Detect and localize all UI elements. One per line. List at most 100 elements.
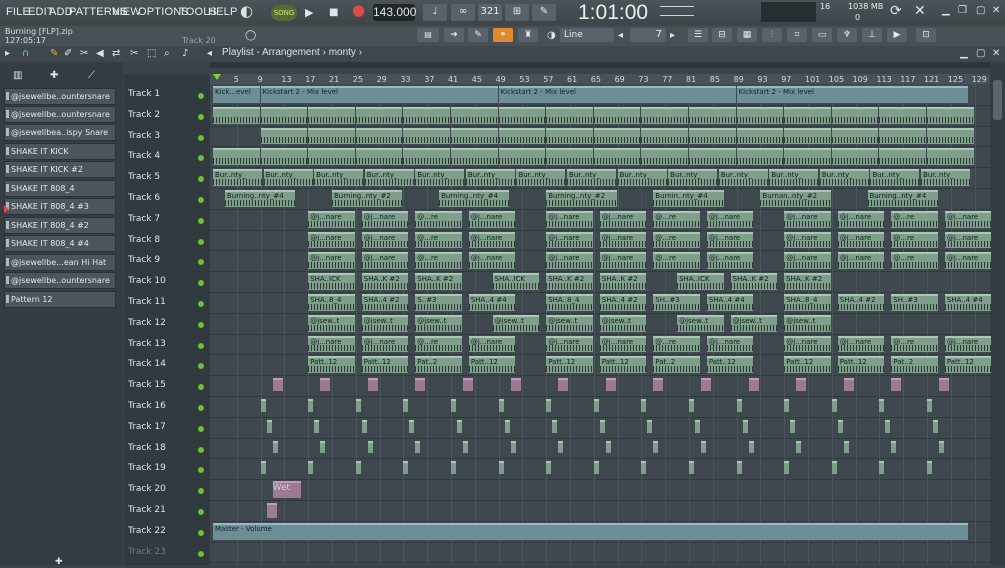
audio-clip[interactable] [879, 127, 926, 145]
plugin-icon[interactable]: ♆ [837, 28, 857, 42]
pattern-item[interactable]: @jsewellbe..ountersnare [4, 106, 116, 123]
audio-clip[interactable]: @...re [891, 335, 938, 353]
audio-clip[interactable]: @j...nare [944, 231, 992, 249]
magnet-icon[interactable]: ∩ [22, 48, 29, 60]
audio-clip[interactable] [784, 127, 831, 145]
hit-clip[interactable] [266, 503, 277, 518]
hit-clip[interactable] [843, 378, 854, 391]
hit-clip[interactable] [593, 461, 599, 475]
audio-clip[interactable]: @j...nare [784, 335, 831, 353]
hit-clip[interactable] [409, 419, 415, 433]
mixer-icon[interactable]: ⫶ [762, 28, 782, 42]
audio-clip[interactable]: @j...nare [784, 210, 831, 228]
audio-clip[interactable]: @j...nare [361, 231, 409, 249]
typing-keyboard-icon[interactable]: ▤ [417, 28, 439, 42]
window-close-icon[interactable]: ✕ [992, 48, 1000, 60]
audio-clip[interactable] [831, 148, 879, 166]
audio-clip[interactable]: Burning..nty_#2 [546, 190, 617, 207]
track-name[interactable]: Track 16 [128, 401, 166, 411]
automation-clip[interactable]: Kickstart 2 - Mix level [736, 86, 968, 103]
audio-clip[interactable]: Patt..12 [706, 356, 754, 374]
audio-clip[interactable]: @j...nare [361, 335, 409, 353]
step-left-icon[interactable]: ◂ [618, 30, 623, 42]
audio-clip[interactable]: @j...nare [546, 335, 593, 353]
master-volume-slider[interactable] [660, 6, 694, 11]
select-tool-icon[interactable]: ⬚ [147, 48, 156, 60]
tempo-display[interactable]: 143.000 [373, 4, 416, 21]
track-enable-led[interactable] [198, 405, 204, 411]
audio-clip[interactable]: Burnan..nty_#2 [760, 190, 831, 207]
audio-clip[interactable] [546, 148, 593, 166]
play-icon[interactable]: ▶ [305, 7, 313, 19]
audio-clip[interactable]: Bur..nty_ [263, 169, 313, 186]
audio-clip[interactable]: SHA..4 #4 [706, 294, 754, 311]
minimize-icon[interactable]: ▁ [942, 5, 950, 17]
audio-clip[interactable]: @j...nare [599, 231, 647, 249]
track-enable-led[interactable] [198, 550, 204, 557]
audio-clip[interactable] [927, 148, 974, 166]
track-name[interactable]: Track 18 [128, 443, 166, 453]
paint-icon[interactable]: ✎ [468, 28, 488, 42]
shop-icon[interactable]: ⊡ [916, 28, 936, 42]
hit-clip[interactable] [837, 419, 843, 433]
audio-clip[interactable]: @...re [653, 252, 700, 270]
browser-icon[interactable]: ⌗ [787, 28, 807, 42]
track-name[interactable]: Track 7 [128, 214, 160, 224]
hit-clip[interactable] [546, 461, 552, 475]
audio-clip[interactable] [593, 106, 641, 124]
channel-rack-icon[interactable]: ▦ [737, 28, 757, 42]
track-name[interactable]: Track 20 [128, 484, 166, 494]
audio-clip[interactable]: @jsew..t [546, 314, 593, 332]
playback-tool-icon[interactable]: ♪ [182, 48, 188, 60]
audio-clip[interactable]: @...re [415, 335, 462, 353]
tools-icon[interactable]: ✕ [914, 4, 926, 18]
audio-clip[interactable]: @...re [415, 210, 462, 228]
hit-clip[interactable] [700, 378, 711, 391]
audio-clip[interactable]: @j...nare [546, 210, 593, 228]
track-name[interactable]: Track 2 [128, 110, 160, 120]
audio-clip[interactable]: SHA..K #2 [415, 273, 462, 290]
hit-clip[interactable] [498, 461, 504, 475]
audio-clip[interactable]: Burning..nty_#4 [439, 190, 510, 207]
audio-clip[interactable] [879, 148, 926, 166]
hit-clip[interactable] [415, 440, 421, 454]
vertical-scrollbar[interactable] [990, 62, 1005, 565]
hit-clip[interactable] [927, 399, 932, 412]
audio-clip[interactable]: @j...nare [784, 252, 831, 270]
master-pitch-slider[interactable] [660, 15, 694, 20]
breadcrumb[interactable]: Playlist - Arrangement › monty › [222, 47, 362, 58]
track-name[interactable]: Track 8 [128, 235, 160, 245]
audio-clip[interactable] [403, 106, 450, 124]
audio-clip[interactable] [784, 148, 831, 166]
hit-clip[interactable] [308, 399, 314, 412]
record-icon[interactable]: ● [352, 3, 365, 18]
track-name[interactable]: Track 1 [128, 89, 160, 99]
audio-clip[interactable] [879, 106, 926, 124]
audio-clip[interactable]: @j...nare [468, 252, 516, 270]
hit-clip[interactable] [653, 378, 664, 391]
audio-clip[interactable]: @j...nare [837, 231, 885, 249]
audio-clip[interactable]: Burning..nty_#4 [224, 190, 296, 207]
hit-clip[interactable] [403, 399, 409, 412]
audio-clip[interactable] [498, 106, 546, 124]
hit-clip[interactable] [748, 440, 754, 454]
audio-clip[interactable] [498, 148, 546, 166]
audio-clip[interactable] [689, 148, 736, 166]
audio-clip[interactable] [546, 106, 593, 124]
track-name[interactable]: Track 21 [128, 505, 166, 515]
stop-icon[interactable]: ■ [329, 7, 338, 19]
playlist-icon[interactable]: ☰ [688, 28, 708, 42]
step-edit-icon[interactable]: ✎ [532, 4, 556, 21]
step-right-icon[interactable]: ▸ [670, 30, 675, 42]
audio-clip[interactable] [736, 106, 784, 124]
audio-clip[interactable] [355, 127, 403, 145]
audio-clip[interactable] [546, 127, 593, 145]
hit-clip[interactable] [605, 378, 616, 391]
hit-clip[interactable] [843, 440, 849, 454]
track-name[interactable]: Track 6 [128, 193, 160, 203]
hit-clip[interactable] [689, 461, 694, 475]
audio-clip[interactable] [213, 106, 260, 124]
countdown-icon[interactable]: 321 [478, 4, 502, 21]
arrow-left-icon[interactable]: ◂ [207, 48, 212, 60]
track-enable-led[interactable] [198, 301, 204, 307]
